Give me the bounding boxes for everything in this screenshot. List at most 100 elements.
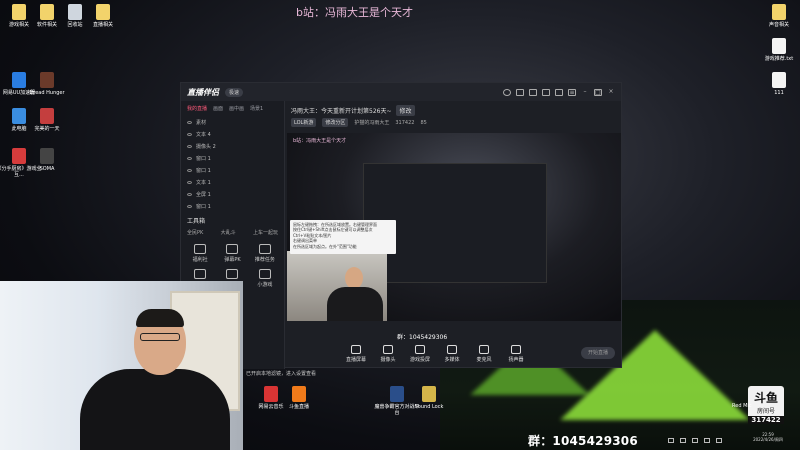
scene-tab[interactable]: 画中画 xyxy=(229,105,244,112)
desktop-icon-label: 完美的一天 xyxy=(34,126,60,132)
message-icon[interactable] xyxy=(529,88,537,96)
avatar-icon[interactable] xyxy=(503,88,511,96)
close-icon[interactable]: × xyxy=(607,88,615,96)
visibility-icon[interactable] xyxy=(187,168,192,172)
status-text: 已开启本地滤镜，进入设置查看 xyxy=(246,371,317,377)
tool-label: 推荐任务 xyxy=(254,257,275,263)
desktop-icon[interactable]: SOMA xyxy=(24,148,70,172)
scene-item-label: 全屏 1 xyxy=(196,191,211,198)
red-mic-label: Red Mic xyxy=(732,403,752,409)
desktop-icon-label: 直播相关 xyxy=(92,22,113,28)
tray-icon[interactable] xyxy=(716,438,722,443)
clock: 22:59 2022/4/26/周四 xyxy=(738,432,798,442)
tool-label: 福利社 xyxy=(192,257,208,263)
tool-icon xyxy=(194,244,207,254)
category-tag[interactable]: LOL新游 xyxy=(291,118,317,127)
scene-tab[interactable]: 场景1 xyxy=(250,105,263,112)
help-tooltip: 鼠标左键拖拽：在所选区域放置。右键管理界面 按住Ctrl键+Shift点击鼠标左… xyxy=(290,220,396,254)
scene-tab[interactable]: 画面 xyxy=(213,105,223,112)
scene-item-label: 窗口 1 xyxy=(196,203,211,210)
scene-item[interactable]: 全屏 1 xyxy=(181,188,284,200)
visibility-icon[interactable] xyxy=(187,156,192,160)
tool-button[interactable]: 推荐任务 xyxy=(250,244,280,263)
source-button[interactable]: 扬声器 xyxy=(505,345,527,363)
qq-group-number: 群：1045429306 xyxy=(528,434,638,448)
desktop-icon-label: 声音相关 xyxy=(768,22,789,28)
mail-icon[interactable] xyxy=(516,88,524,96)
scene-item[interactable]: 文本 4 xyxy=(181,128,284,140)
desktop-icon[interactable]: 111 xyxy=(756,72,800,96)
minimize-icon[interactable]: – xyxy=(581,88,589,96)
visibility-icon[interactable] xyxy=(187,132,192,136)
scene-item[interactable]: 窗口 1 xyxy=(181,152,284,164)
scene-tab[interactable]: 我的直播 xyxy=(187,105,207,112)
scene-item[interactable]: 窗口 1 xyxy=(181,200,284,212)
source-button[interactable]: 麦克风 xyxy=(473,345,495,363)
source-icon xyxy=(351,345,361,354)
desktop-icon[interactable]: 完美的一天 xyxy=(24,108,70,132)
scene-item[interactable]: 文本 1 xyxy=(181,176,284,188)
room-title: 冯雨大王：今天重新开计划第526天~ xyxy=(291,108,392,115)
tool-button[interactable]: 福利社 xyxy=(185,244,215,263)
tray-icon[interactable] xyxy=(692,438,698,443)
source-button[interactable]: 游戏投屏 xyxy=(409,345,431,363)
desktop-icon[interactable]: 斗鱼直播 xyxy=(276,386,322,410)
scene-item[interactable]: 素材 xyxy=(181,116,284,128)
source-button[interactable]: 多媒体 xyxy=(441,345,463,363)
live-companion-window[interactable]: 直播伴侣 极速 ≡ – □ × 我的直播 画面 画中画 场景1 素材文本 4 摄像头 2… xyxy=(180,82,622,369)
visibility-icon[interactable] xyxy=(187,192,192,196)
titlebar[interactable]: 直播伴侣 极速 ≡ – □ × xyxy=(181,83,621,101)
menu-icon[interactable]: ≡ xyxy=(568,88,576,96)
visibility-icon[interactable] xyxy=(187,120,192,124)
version-pill[interactable]: 极速 xyxy=(225,87,244,97)
desktop-icon[interactable]: Sound Lock xyxy=(406,386,452,410)
scene-item-label: 窗口 1 xyxy=(196,155,211,162)
streamer-hair xyxy=(136,309,184,327)
source-icon xyxy=(383,345,393,354)
edit-title-button[interactable]: 修改 xyxy=(396,105,415,116)
source-icon xyxy=(479,345,489,354)
maximize-icon[interactable]: □ xyxy=(594,88,602,96)
streamer-body xyxy=(80,369,230,450)
tool-button[interactable]: 小游戏 xyxy=(250,269,280,288)
desktop-app-icon xyxy=(40,108,54,124)
scene-item[interactable]: 摄像头 2 xyxy=(181,140,284,152)
tool-label: 小游戏 xyxy=(257,282,273,288)
desktop-app-icon xyxy=(96,4,110,20)
visibility-icon[interactable] xyxy=(187,204,192,208)
skin-icon[interactable] xyxy=(542,88,550,96)
source-button[interactable]: 摄像头 xyxy=(377,345,399,363)
preview-qq-group: 群：1045429306 xyxy=(397,334,448,341)
source-label: 游戏投屏 xyxy=(409,357,430,363)
badge-brand: 斗鱼 xyxy=(753,391,778,405)
source-icon xyxy=(415,345,425,354)
tool-link[interactable]: 全民PK xyxy=(187,229,203,236)
desktop-icon[interactable]: 声音相关 xyxy=(756,4,800,28)
desktop-icon[interactable]: 游戏推荐.txt xyxy=(756,38,800,62)
desktop-icon-label: SOMA xyxy=(39,166,55,172)
desktop-app-icon xyxy=(390,386,404,402)
change-category-button[interactable]: 修改分区 xyxy=(322,118,349,127)
start-live-button[interactable]: 开始直播 xyxy=(581,347,615,359)
desktop-icon[interactable]: 直播相关 xyxy=(80,4,126,28)
tool-button[interactable]: 弹幕PK xyxy=(217,244,247,263)
tray-icon[interactable] xyxy=(668,438,674,443)
tray-icon[interactable] xyxy=(704,438,710,443)
visibility-icon[interactable] xyxy=(187,180,192,184)
room-badge: 斗鱼 房间号 317422 xyxy=(748,386,784,424)
desktop-icon-label: Sound Lock xyxy=(414,404,444,410)
source-label: 扬声器 xyxy=(508,357,524,363)
settings-icon[interactable] xyxy=(555,88,563,96)
desktop-app-icon xyxy=(40,148,54,164)
preview-body xyxy=(327,287,383,321)
visibility-icon[interactable] xyxy=(187,144,192,148)
desktop-icon[interactable]: Dread Hunger xyxy=(24,72,70,96)
scene-item[interactable]: 窗口 1 xyxy=(181,164,284,176)
tray-icon[interactable] xyxy=(680,438,686,443)
glasses xyxy=(140,333,180,341)
tool-link[interactable]: 上车一起玩 xyxy=(253,229,278,236)
tool-link[interactable]: 大乱斗 xyxy=(221,229,236,236)
source-button[interactable]: 直播屏幕 xyxy=(345,345,367,363)
tool-icon xyxy=(226,269,239,279)
scene-item-label: 素材 xyxy=(196,119,207,126)
